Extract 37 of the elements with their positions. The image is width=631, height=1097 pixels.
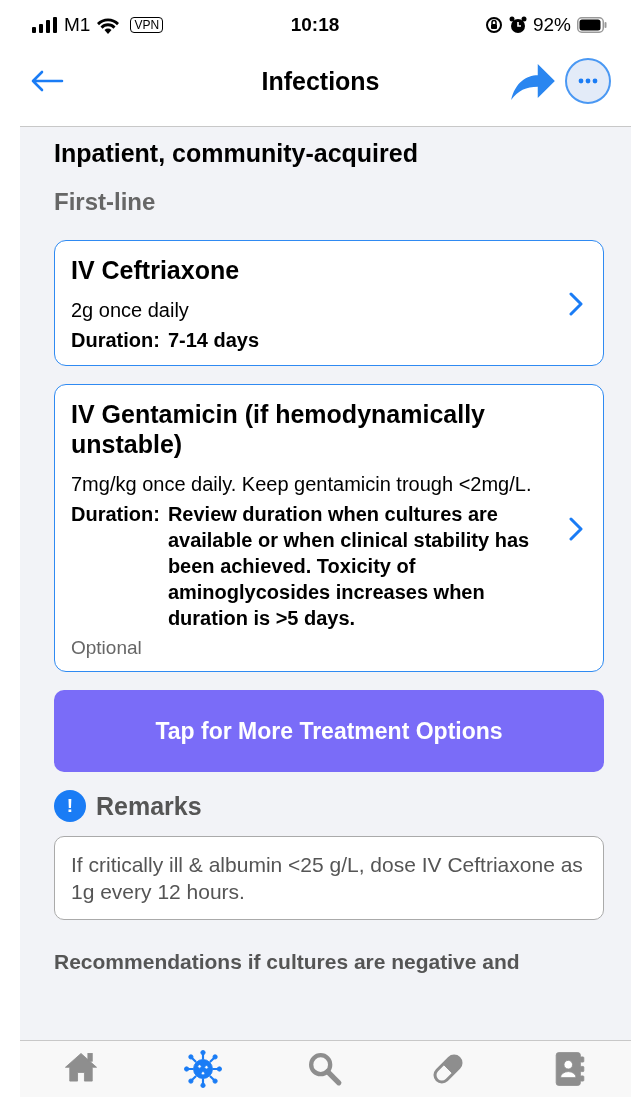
rotation-lock-icon [484, 16, 503, 34]
duration-text: 7-14 days [167, 328, 260, 353]
dose-text: 2g once daily [71, 298, 190, 323]
share-button[interactable] [509, 62, 557, 100]
remarks-text: If critically ill & albumin <25 g/L, dose IV Ceftriaxone as 1g every 12 hours. [54, 836, 604, 920]
clock-time: 10:18 [290, 14, 340, 36]
ellipsis-icon [578, 78, 598, 84]
dose-text: 7mg/kg once daily. Keep gentamicin trough <2mg/L. [71, 472, 533, 497]
recommendations-heading: Recommendations if cultures are negative and [54, 950, 521, 974]
curved-arrow-icon [509, 62, 557, 100]
treatment-card[interactable] [54, 384, 604, 672]
remarks-title: Remarks [96, 791, 202, 821]
battery-percent: 92% [532, 14, 571, 36]
section-subtitle: First-line [54, 188, 157, 216]
carrier-name: M1 [64, 14, 91, 36]
chevron-right-icon [569, 292, 583, 316]
tab-button[interactable] [184, 1050, 223, 1088]
info-badge: ! [54, 790, 86, 822]
drug-name: IV Ceftriaxone [71, 255, 241, 285]
virus-icon [184, 1050, 223, 1088]
treatment-options-button[interactable]: Tap for More Treatment Options [54, 690, 604, 772]
alarm-clock-icon [508, 16, 527, 34]
more-options-button[interactable] [565, 58, 611, 104]
duration-label: Duration: [71, 502, 160, 527]
battery-icon [577, 17, 607, 33]
section-title: Inpatient, community-acquired [54, 139, 419, 168]
signal-icon [32, 17, 58, 33]
duration-text: Review duration when cultures are available or when clinical stability has been achieved. Toxicity of aminoglycosides increases when duration is >5 days. [167, 502, 531, 631]
chevron-right-icon [569, 517, 583, 541]
duration-label: Duration: [71, 328, 160, 353]
treatment-card[interactable]: IV Ceftriaxone 2g once daily Duration: 7-14 days [54, 240, 604, 366]
vpn-badge: VPN [130, 17, 164, 33]
screen-title: Infections [260, 66, 381, 96]
back-arrow-icon [30, 70, 64, 92]
note-text: Optional [71, 637, 143, 659]
wifi-icon [96, 16, 121, 34]
drug-name: IV Gentamicin (if hemodynamically unstable) [71, 399, 486, 459]
